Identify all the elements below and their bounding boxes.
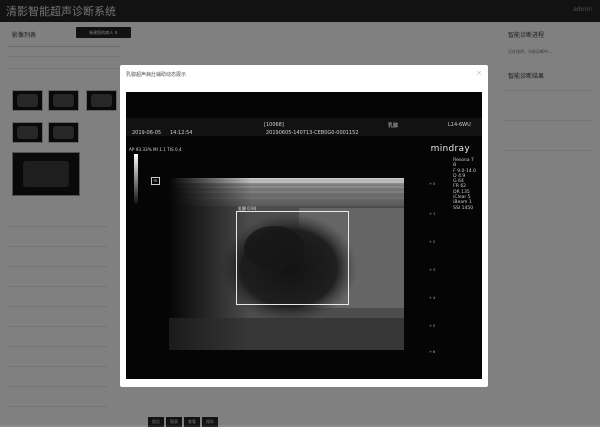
exam-time: 14:12:54	[170, 130, 193, 136]
acoustic-info: AP 93.33% MI 1.1 TIS 0.4	[129, 147, 182, 152]
lesion-display-modal: 乳腺超声病灶辅助动态展示 × [10068] 乳腺 L14-6WU 2019-0…	[120, 65, 488, 387]
probe-orientation-icon: m	[151, 177, 160, 185]
header-exam-type: 乳腺	[388, 123, 399, 129]
grayscale-bar	[134, 154, 138, 204]
exam-date: 2019-06-05	[132, 130, 162, 136]
ultrasound-viewer: [10068] 乳腺 L14-6WU 2019-06-05 14:12:54 2…	[126, 92, 482, 379]
patient-id: 20190605-140713-CEB0G0-0001152	[266, 130, 359, 136]
roi-label: 乳腺 0.94	[238, 206, 257, 211]
lesion-roi-box[interactable]	[236, 211, 349, 305]
param-line: SSI 1450	[453, 205, 474, 211]
param-line: Resona 7	[453, 158, 474, 163]
modal-title: 乳腺超声病灶辅助动态展示	[126, 72, 187, 78]
header-probe: L14-6WU	[448, 122, 471, 128]
brand-logo: mindray	[430, 144, 470, 154]
scan-parameters: Resona 7 B F 9.0-14.0 D 4.9 G 64 FR 62 D…	[453, 158, 476, 211]
close-icon[interactable]: ×	[476, 69, 482, 77]
header-center-text: [10068]	[264, 122, 284, 128]
